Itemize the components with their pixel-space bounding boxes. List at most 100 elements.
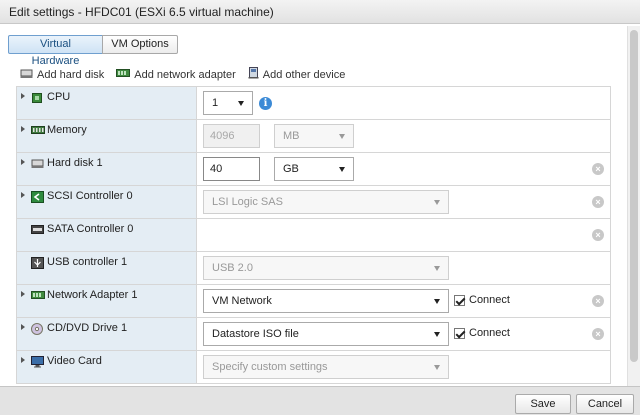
device-row-scsi-controller: SCSI Controller 0 LSI Logic SAS × [16,186,611,219]
network-adapter-icon [116,68,131,81]
device-label-cell: Video Card [16,351,197,383]
video-card-label: Video Card [47,355,102,367]
device-value-cell: VM Network Connect [197,285,611,317]
info-icon[interactable]: i [259,97,272,110]
chevron-down-icon [339,134,345,139]
add-hard-disk-button[interactable]: Add hard disk [20,68,104,82]
save-button[interactable]: Save [515,394,571,414]
cd-dvd-connect-checkbox[interactable]: Connect [454,327,510,339]
cd-dvd-source-select[interactable]: Datastore ISO file [203,322,449,346]
device-value-cell: Specify custom settings [197,351,611,383]
usb-controller-icon [31,257,44,272]
cd-dvd-connect-label: Connect [469,327,510,339]
device-label-cell: SCSI Controller 0 [16,186,197,218]
add-network-adapter-label: Add network adapter [134,68,236,81]
device-label-cell: Memory [16,120,197,152]
memory-unit-select[interactable]: MB [274,124,354,148]
cpu-label: CPU [47,91,71,103]
scsi-type-select[interactable]: LSI Logic SAS [203,190,449,214]
expand-caret-icon[interactable] [21,159,25,165]
network-connect-label: Connect [469,294,510,306]
device-grid: CPU 1 i Memory 4096 MB Hard disk 1 40 GB… [16,86,611,384]
expand-caret-icon[interactable] [21,291,25,297]
dialog-title-bar: Edit settings - HFDC01 (ESXi 6.5 virtual… [0,0,640,24]
cpu-icon [31,92,43,107]
chevron-down-icon [434,365,440,370]
video-settings-select[interactable]: Specify custom settings [203,355,449,379]
memory-unit-value: MB [283,130,300,142]
device-row-memory: Memory 4096 MB [16,120,611,153]
device-value-cell [197,219,611,251]
cd-dvd-source-value: Datastore ISO file [212,328,299,340]
remove-device-icon[interactable]: × [592,229,604,241]
usb-type-select[interactable]: USB 2.0 [203,256,449,280]
cpu-count-select[interactable]: 1 [203,91,253,115]
device-row-hard-disk: Hard disk 1 40 GB × [16,153,611,186]
add-other-device-label: Add other device [262,68,346,81]
hard-disk-icon [20,68,33,82]
scrollbar-thumb[interactable] [630,30,638,362]
vertical-scrollbar[interactable] [627,26,640,386]
chevron-down-icon [238,101,244,106]
device-value-cell: 1 i [197,87,611,119]
chevron-down-icon [339,167,345,172]
device-row-usb-controller: USB controller 1 USB 2.0 [16,252,611,285]
cancel-button[interactable]: Cancel [576,394,634,414]
network-connect-checkbox[interactable]: Connect [454,294,510,306]
device-row-video-card: Video Card Specify custom settings [16,351,611,384]
device-label-cell: USB controller 1 [16,252,197,284]
device-label-cell: CD/DVD Drive 1 [16,318,197,350]
device-row-cpu: CPU 1 i [16,87,611,120]
expand-caret-icon[interactable] [21,93,25,99]
device-label-cell: SATA Controller 0 [16,219,197,251]
network-select[interactable]: VM Network [203,289,449,313]
monitor-icon [31,356,44,371]
device-value-cell: USB 2.0 [197,252,611,284]
chevron-down-icon [434,332,440,337]
usb-type-value: USB 2.0 [212,262,253,274]
dialog-footer: Save Cancel [0,386,640,415]
remove-device-icon[interactable]: × [592,163,604,175]
hard-disk-icon [31,158,44,172]
device-value-cell: 4096 MB [197,120,611,152]
remove-device-icon[interactable]: × [592,295,604,307]
network-value: VM Network [212,295,272,307]
chevron-down-icon [434,200,440,205]
usb-controller-label: USB controller 1 [47,256,128,268]
device-value-cell: Datastore ISO file Connect [197,318,611,350]
add-network-adapter-button[interactable]: Add network adapter [116,68,236,81]
add-other-device-button[interactable]: Add other device [248,67,346,82]
hard-disk-unit-select[interactable]: GB [274,157,354,181]
device-icon [248,67,259,82]
device-label-cell: CPU [16,87,197,119]
expand-caret-icon[interactable] [21,192,25,198]
network-adapter-icon [31,290,45,303]
chevron-down-icon [434,266,440,271]
remove-device-icon[interactable]: × [592,196,604,208]
scsi-type-value: LSI Logic SAS [212,196,283,208]
tab-vm-options[interactable]: VM Options [102,35,178,54]
add-hard-disk-label: Add hard disk [37,68,105,81]
device-row-cd-dvd-drive: CD/DVD Drive 1 Datastore ISO file Connec… [16,318,611,351]
tab-virtual-hardware[interactable]: Virtual Hardware [8,35,103,67]
scsi-controller-icon [31,191,44,206]
device-value-cell: LSI Logic SAS [197,186,611,218]
expand-caret-icon[interactable] [21,126,25,132]
device-label-cell: Hard disk 1 [16,153,197,185]
device-value-cell: 40 GB [197,153,611,185]
remove-device-icon[interactable]: × [592,328,604,340]
network-adapter-label: Network Adapter 1 [47,289,138,301]
sata-controller-label: SATA Controller 0 [47,223,134,235]
checkbox-checked-icon [454,327,465,339]
device-row-sata-controller: SATA Controller 0 × [16,219,611,252]
hard-disk-size-input[interactable]: 40 [203,157,260,181]
expand-caret-icon[interactable] [21,357,25,363]
memory-icon [31,125,45,138]
tab-bar: Virtual Hardware VM Options [8,35,178,67]
cd-dvd-label: CD/DVD Drive 1 [47,322,128,334]
expand-caret-icon[interactable] [21,324,25,330]
add-device-toolbar: Add hard disk Add network adapter Add ot… [20,67,357,82]
memory-size-input[interactable]: 4096 [203,124,260,148]
video-settings-value: Specify custom settings [212,361,328,373]
checkbox-checked-icon [454,294,465,306]
